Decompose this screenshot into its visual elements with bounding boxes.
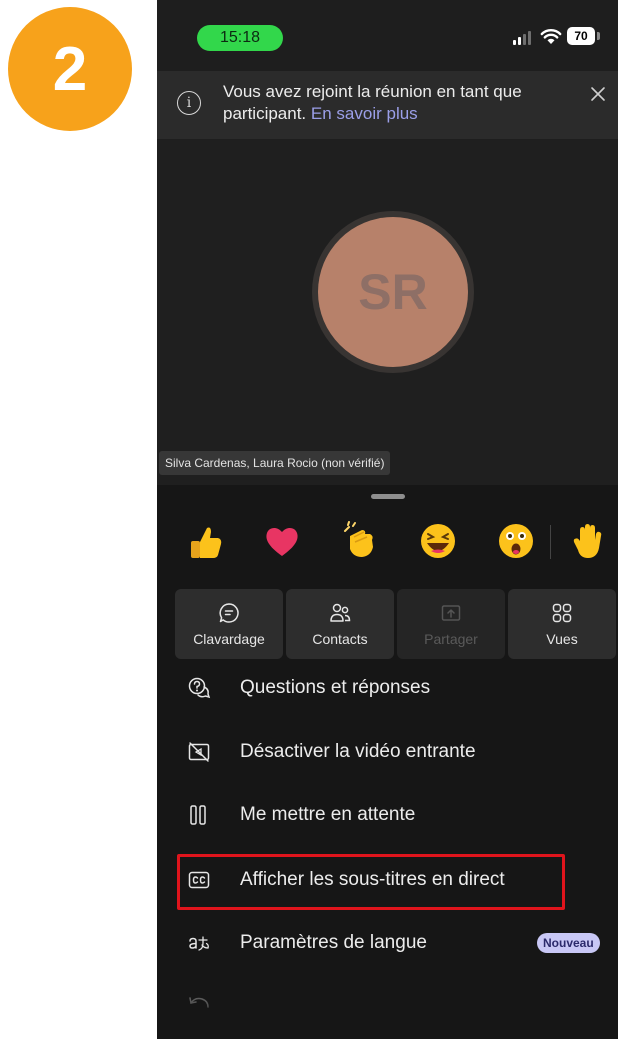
drag-handle[interactable]	[371, 494, 405, 499]
info-icon: i	[177, 91, 201, 115]
signal-icon	[513, 31, 531, 45]
menu-item-put-on-hold[interactable]: Me mettre en attente	[157, 788, 618, 844]
share-tile: Partager	[397, 589, 505, 659]
chat-icon	[219, 603, 239, 623]
chat-tile[interactable]: Clavardage	[175, 589, 283, 659]
views-tile[interactable]: Vues	[508, 589, 616, 659]
thumbs-up-icon[interactable]	[185, 521, 225, 561]
battery-indicator: 70	[567, 27, 595, 45]
contacts-tile[interactable]: Contacts	[286, 589, 394, 659]
tile-label: Vues	[546, 631, 578, 647]
banner-message: Vous avez rejoint la réunion en tant que…	[223, 81, 563, 125]
qa-icon	[188, 677, 211, 699]
menu-fade	[157, 985, 618, 1039]
tile-label: Clavardage	[193, 631, 265, 647]
participant-name-tag: Silva Cardenas, Laura Rocio (non vérifié…	[159, 451, 391, 475]
highlight-box	[177, 854, 565, 910]
reactions-divider	[550, 525, 551, 559]
menu-item-label: Désactiver la vidéo entrante	[240, 741, 476, 762]
laughing-face-icon[interactable]	[418, 521, 458, 561]
share-screen-icon	[441, 605, 461, 621]
step-number-badge: 2	[8, 7, 132, 131]
new-badge: Nouveau	[537, 933, 600, 953]
wifi-icon	[540, 29, 562, 44]
battery-nub	[597, 32, 600, 40]
pause-icon	[190, 805, 206, 825]
video-stage: SR Silva Cardenas, Laura Rocio (non véri…	[157, 140, 618, 485]
tile-label: Partager	[424, 631, 478, 647]
video-off-icon	[188, 742, 210, 762]
language-icon	[189, 936, 209, 951]
phone-screen: 15:18 70 i Vous avez rejoint la réunion …	[157, 0, 618, 1039]
action-tiles: Clavardage Contacts Partager Vues	[175, 589, 618, 659]
menu-item-qa[interactable]: Questions et réponses	[157, 661, 618, 717]
menu-item-disable-incoming-video[interactable]: Désactiver la vidéo entrante	[157, 725, 618, 781]
status-bar: 15:18 70	[157, 0, 618, 70]
clapping-hands-icon[interactable]	[340, 521, 380, 561]
heart-icon[interactable]	[262, 521, 302, 561]
avatar: SR	[318, 217, 468, 367]
raise-hand-icon[interactable]	[569, 521, 609, 561]
learn-more-link[interactable]: En savoir plus	[311, 104, 418, 123]
status-time: 15:18	[197, 25, 283, 51]
close-icon[interactable]	[588, 84, 608, 104]
menu-item-label: Questions et réponses	[240, 677, 431, 698]
menu-item-language-settings[interactable]: Paramètres de langue Nouveau	[157, 916, 618, 972]
menu-item-label: Me mettre en attente	[240, 804, 416, 825]
surprised-face-icon[interactable]	[496, 521, 536, 561]
people-icon	[330, 603, 351, 622]
step-number: 2	[52, 34, 88, 104]
menu-item-label: Paramètres de langue	[240, 932, 427, 953]
reactions-bar	[157, 521, 618, 571]
joined-info-banner: i Vous avez rejoint la réunion en tant q…	[157, 71, 618, 139]
more-actions-sheet: Clavardage Contacts Partager Vues Questi…	[157, 485, 618, 1039]
grid-view-icon	[552, 603, 572, 623]
tile-label: Contacts	[312, 631, 368, 647]
